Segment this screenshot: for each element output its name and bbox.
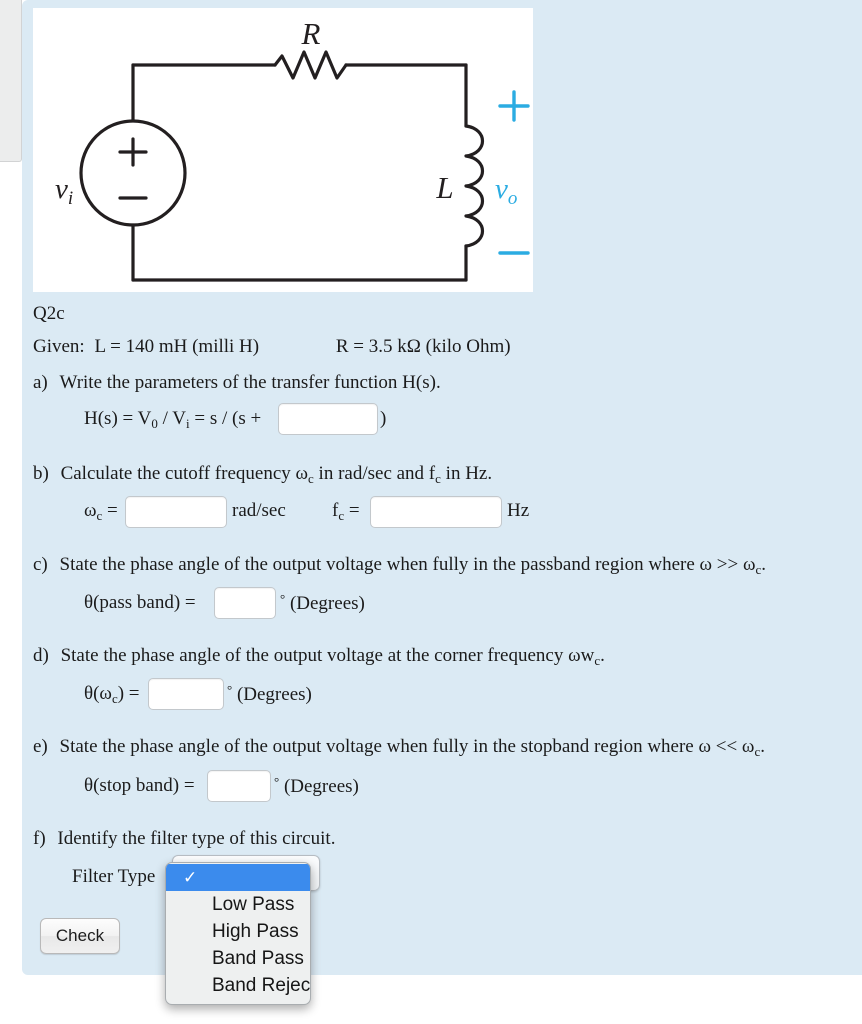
part-d-period: . (600, 645, 605, 666)
part-e-text: State the phase angle of the output volt… (59, 736, 755, 757)
omega-symbol: ω (84, 500, 97, 521)
degree-sign: ° (274, 774, 280, 789)
part-d-text: State the phase angle of the output volt… (60, 645, 595, 666)
source-voltage-label: vi (55, 173, 73, 209)
part-f-marker: f) (33, 828, 46, 849)
degree-sign: ° (280, 591, 286, 606)
part-c-period: . (761, 554, 767, 575)
dropdown-option-label: High Pass (212, 921, 299, 942)
omega-units-label: rad/sec (232, 500, 286, 521)
f-c-input[interactable] (370, 496, 502, 528)
omega-c-angle-label: θ(ωc) = (84, 683, 140, 707)
given-inductance: L = 140 mH (milli H) (94, 336, 260, 357)
check-button[interactable]: Check (40, 918, 120, 954)
screenshot-root: R L vi vo Q2c Given: L = 140 mH (milli H… (0, 0, 862, 1024)
part-a-marker: a) (33, 372, 48, 393)
part-a-prompt: a) Write the parameters of the transfer … (33, 372, 441, 394)
stop-band-input[interactable] (207, 770, 271, 802)
part-d-prompt: d) State the phase angle of the output v… (33, 645, 605, 669)
dropdown-option[interactable]: Band Pass (166, 945, 310, 972)
formula-suffix: = s / (s + (189, 408, 262, 429)
degrees-word: (Degrees) (283, 775, 359, 797)
pass-band-input[interactable] (214, 587, 276, 619)
f-equals: = (344, 500, 360, 521)
part-e-marker: e) (33, 736, 48, 757)
part-c-degrees: ° (Degrees) (280, 591, 365, 615)
part-e-prompt: e) State the phase angle of the output v… (33, 736, 765, 760)
f-units-label: Hz (507, 500, 530, 521)
part-c-prompt: c) State the phase angle of the output v… (33, 554, 766, 578)
part-b-text-mid: in rad/sec and f (313, 463, 436, 484)
theta-omega-pre: θ(ω (84, 683, 112, 704)
given-resistance: R = 3.5 kΩ (kilo Ohm) (335, 336, 511, 357)
dropdown-option-label: Low Pass (212, 894, 295, 915)
degree-sign: ° (227, 682, 233, 697)
part-b-prompt: b) Calculate the cutoff frequency ωc in … (33, 463, 492, 487)
circuit-figure-panel: R L vi vo (33, 8, 533, 292)
dropdown-option-label: Band Reject (212, 975, 311, 996)
part-f-prompt: f) Identify the filter type of this circ… (33, 828, 335, 850)
checkmark-icon: ✓ (183, 868, 198, 887)
resistor-label: R (301, 16, 321, 51)
part-a-text: Write the parameters of the transfer fun… (59, 372, 441, 393)
part-b-text-pre: Calculate the cutoff frequency ω (60, 463, 309, 484)
part-d-marker: d) (33, 645, 49, 666)
dropdown-option-label: Band Pass (212, 948, 304, 969)
left-gray-panel (0, 0, 22, 162)
part-b-marker: b) (33, 463, 49, 484)
omega-equals: = (102, 500, 118, 521)
omega-c-label: ωc = (84, 500, 118, 524)
inductor-label: L (435, 170, 453, 205)
formula-middle: / V (157, 408, 187, 429)
theta-omega-post: ) = (117, 683, 140, 704)
given-label: Given: (33, 336, 85, 357)
part-c-text: State the phase angle of the output volt… (59, 554, 756, 575)
formula-prefix: H(s) = V (84, 408, 152, 429)
question-id: Q2c (33, 303, 65, 324)
rl-circuit-diagram: R L vi vo (55, 16, 530, 282)
f-c-label: fc = (332, 500, 360, 524)
part-e-period: . (760, 736, 765, 757)
dropdown-option[interactable]: Low Pass (166, 891, 310, 918)
dropdown-option[interactable]: Band Reject (166, 972, 310, 999)
corner-frequency-angle-input[interactable] (148, 678, 224, 710)
transfer-function-input[interactable] (278, 403, 378, 435)
dropdown-option[interactable]: High Pass (166, 918, 310, 945)
output-voltage-label: vo (495, 173, 517, 209)
question-card: R L vi vo Q2c Given: L = 140 mH (milli H… (22, 0, 862, 975)
part-c-marker: c) (33, 554, 48, 575)
part-f-text: Identify the filter type of this circuit… (57, 828, 336, 849)
part-a-formula: H(s) = V0 / Vi = s / (s + (84, 408, 261, 432)
omega-c-input[interactable] (125, 496, 227, 528)
part-e-degrees: ° (Degrees) (274, 774, 359, 798)
formula-close-paren: ) (380, 408, 387, 429)
degrees-word: (Degrees) (236, 683, 312, 705)
pass-band-label: θ(pass band) = (84, 592, 196, 613)
part-b-text-post: in Hz. (440, 463, 493, 484)
degrees-word: (Degrees) (289, 592, 365, 614)
part-d-degrees: ° (Degrees) (227, 682, 312, 706)
filter-type-dropdown-menu[interactable]: ✓ Low Pass High Pass Band Pass Band Reject (165, 862, 311, 1005)
filter-type-field-label: Filter Type (72, 866, 156, 887)
dropdown-option[interactable]: ✓ (166, 864, 310, 891)
stop-band-label: θ(stop band) = (84, 775, 195, 796)
given-line: Given: L = 140 mH (milli H) R = 3.5 kΩ (… (33, 336, 511, 358)
